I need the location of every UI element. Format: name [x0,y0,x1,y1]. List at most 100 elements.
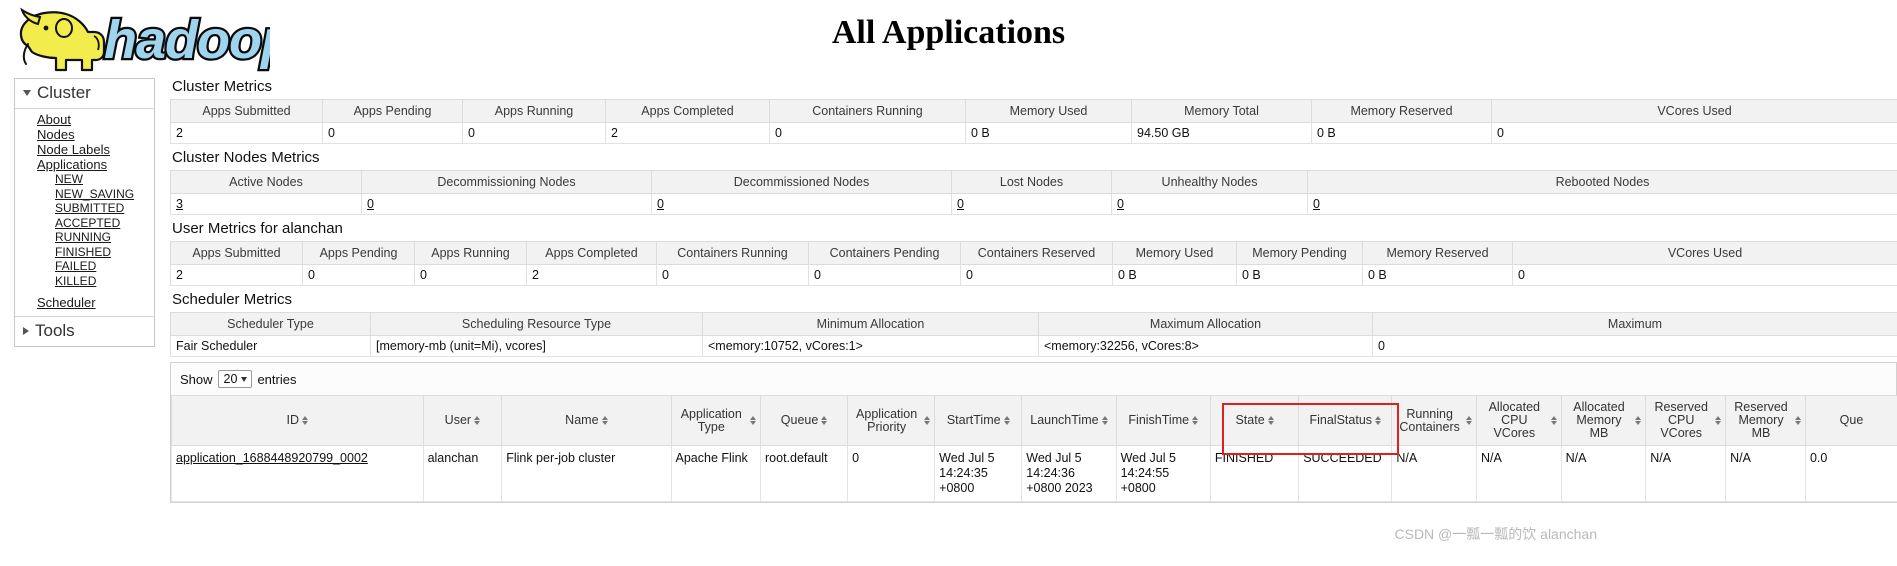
sort-icon[interactable] [750,416,757,425]
application-id-link[interactable]: application_1688448920799_0002 [176,451,368,465]
sort-icon[interactable] [1794,416,1801,425]
sidebar-item-running-label[interactable]: RUNNING [55,230,111,244]
col-allocated-cpu-vcores[interactable]: Allocated CPU VCores [1475,395,1562,446]
sort-icon[interactable] [1003,416,1010,425]
sidebar-item-scheduler-label[interactable]: Scheduler [37,295,96,310]
sidebar-item-running[interactable]: RUNNING [55,230,154,245]
col-user-containers-pending: Containers Pending [808,241,961,265]
col-reserved-cpu-vcores[interactable]: Reserved CPU VCores [1645,395,1727,446]
col-finalstatus[interactable]: FinalStatus [1298,395,1393,446]
sidebar-item-new-label[interactable]: NEW [55,172,83,186]
sort-icon[interactable] [474,416,481,425]
val-rebooted-nodes-link[interactable]: 0 [1313,197,1320,211]
sidebar-group-tools[interactable]: Tools [15,316,154,346]
sidebar-item-submitted-label[interactable]: SUBMITTED [55,201,124,215]
val-decommissioned-nodes-link[interactable]: 0 [657,197,664,211]
val-containers-running: 0 [769,122,966,144]
yarn-resourcemanager-page: hadoop All Applications Cluster About No… [0,0,1897,566]
chevron-down-icon [23,90,31,96]
sidebar-item-nodes-label[interactable]: Nodes [37,127,75,142]
applications-table: ID User Name Application Type Queue Appl… [171,395,1897,502]
col-id[interactable]: ID [171,395,424,446]
sort-icon[interactable] [821,416,828,425]
sidebar-group-cluster[interactable]: Cluster [15,79,154,109]
col-finishtime[interactable]: FinishTime [1115,395,1211,446]
col-launchtime[interactable]: LaunchTime [1021,395,1117,446]
col-memory-used: Memory Used [965,99,1132,123]
col-user-apps-pending: Apps Pending [302,241,415,265]
sidebar-item-accepted-label[interactable]: ACCEPTED [55,216,120,230]
cell-id[interactable]: application_1688448920799_0002 [171,445,424,502]
sidebar-item-finished[interactable]: FINISHED [55,245,154,260]
sidebar-item-killed[interactable]: KILLED [55,274,154,289]
sidebar-item-submitted[interactable]: SUBMITTED [55,201,154,216]
col-containers-running: Containers Running [769,99,966,123]
sidebar-item-nodes[interactable]: Nodes [37,127,154,142]
sort-icon[interactable] [1192,416,1199,425]
val-rebooted-nodes[interactable]: 0 [1307,193,1897,215]
val-decommissioned-nodes[interactable]: 0 [651,193,952,215]
val-decommissioning-nodes-link[interactable]: 0 [367,197,374,211]
col-reserved-cpu-vcores-label: Reserved CPU VCores [1654,400,1708,440]
sidebar-item-node-labels-label[interactable]: Node Labels [37,142,110,157]
show-label: Show [180,371,213,387]
sidebar-item-scheduler[interactable]: Scheduler [37,295,154,310]
table-row[interactable]: application_1688448920799_0002 alanchan … [171,445,1897,502]
sort-icon[interactable] [601,416,608,425]
col-user-vcores-used: VCores Used [1512,241,1897,265]
sidebar-item-new[interactable]: NEW [55,172,154,187]
sidebar-item-finished-label[interactable]: FINISHED [55,245,111,259]
sort-icon[interactable] [1375,416,1382,425]
col-user[interactable]: User [422,395,503,446]
val-unhealthy-nodes-link[interactable]: 0 [1117,197,1124,211]
col-user-memory-used: Memory Used [1112,241,1237,265]
page-header: hadoop All Applications [0,0,1897,78]
col-id-label: ID [286,413,300,427]
sort-icon[interactable] [1101,416,1108,425]
entries-per-page-select[interactable]: 20 [217,370,253,388]
col-running-containers[interactable]: Running Containers [1391,395,1477,446]
sidebar-item-new-saving-label[interactable]: NEW_SAVING [55,187,134,201]
val-decommissioning-nodes[interactable]: 0 [361,193,652,215]
col-queue[interactable]: Queue [760,395,849,446]
col-application-type[interactable]: Application Type [670,395,762,446]
val-active-nodes[interactable]: 3 [170,193,362,215]
sidebar-cluster-items: About Nodes Node Labels Applications NEW… [15,109,154,314]
col-allocated-memory-mb[interactable]: Allocated Memory MB [1560,395,1647,446]
sidebar-item-about[interactable]: About [37,112,154,127]
sidebar-item-about-label[interactable]: About [37,112,71,127]
sidebar-item-new-saving[interactable]: NEW_SAVING [55,187,154,202]
sidebar-item-applications-label[interactable]: Applications [37,157,107,172]
cell-application-priority: 0 [847,445,936,502]
val-user-apps-running: 0 [414,264,527,286]
sort-icon[interactable] [1267,416,1274,425]
cluster-nodes-metrics-table: Active Nodes Decommissioning Nodes Decom… [170,170,1897,215]
col-name[interactable]: Name [501,395,672,446]
sidebar-item-killed-label[interactable]: KILLED [55,274,96,288]
col-decommissioning-nodes: Decommissioning Nodes [361,170,652,194]
sort-icon[interactable] [1465,416,1472,425]
col-queue-extra[interactable]: Que [1804,395,1897,446]
cell-allocated-memory-mb: N/A [1560,445,1647,502]
col-reserved-memory-mb[interactable]: Reserved Memory MB [1725,395,1806,446]
sidebar-item-node-labels[interactable]: Node Labels [37,142,154,157]
sort-icon[interactable] [924,416,931,425]
sidebar-item-failed[interactable]: FAILED [55,259,154,274]
val-active-nodes-link[interactable]: 3 [176,197,183,211]
val-lost-nodes-link[interactable]: 0 [957,197,964,211]
sort-icon[interactable] [1715,416,1722,425]
col-starttime[interactable]: StartTime [934,395,1023,446]
col-user-memory-reserved: Memory Reserved [1362,241,1513,265]
sort-icon[interactable] [1550,416,1557,425]
col-state[interactable]: State [1209,395,1300,446]
sidebar-item-accepted[interactable]: ACCEPTED [55,216,154,231]
sort-icon[interactable] [1635,416,1642,425]
sidebar-item-applications[interactable]: Applications [37,157,154,172]
val-user-apps-pending: 0 [302,264,415,286]
sort-icon[interactable] [302,416,309,425]
show-entries-control: Show 20 entries [171,363,1896,395]
val-lost-nodes[interactable]: 0 [951,193,1112,215]
sidebar-item-failed-label[interactable]: FAILED [55,259,96,273]
val-unhealthy-nodes[interactable]: 0 [1111,193,1308,215]
col-application-priority[interactable]: Application Priority [847,395,936,446]
